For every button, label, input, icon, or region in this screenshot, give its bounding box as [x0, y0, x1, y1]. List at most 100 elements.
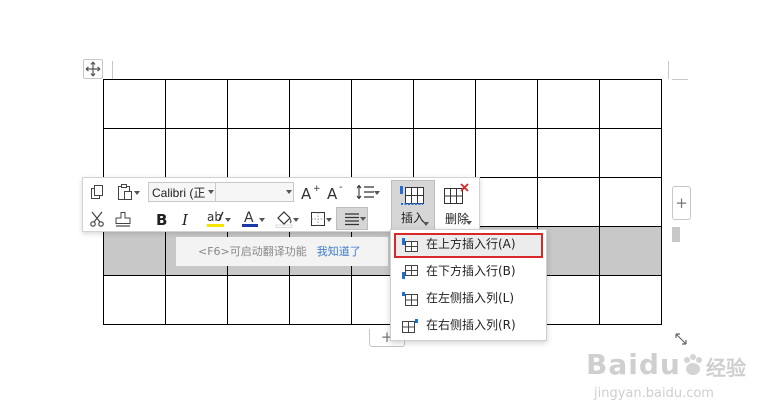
- insert-row-above-icon: [402, 238, 418, 252]
- table-cell[interactable]: [227, 128, 290, 178]
- table-cell[interactable]: [599, 177, 662, 227]
- table-cell[interactable]: [165, 275, 228, 325]
- chevron-down-icon: [423, 222, 429, 226]
- table-cell[interactable]: [537, 79, 600, 129]
- table-resize-handle[interactable]: [672, 330, 690, 348]
- add-column-button[interactable]: +: [672, 186, 691, 220]
- italic-icon: I: [181, 211, 189, 228]
- font-color-icon: A: [242, 210, 258, 227]
- page-corner-mark: [668, 61, 669, 79]
- watermark: Baidu 经验 jingyan.baidu.com: [586, 348, 746, 410]
- font-color-button[interactable]: A: [235, 208, 265, 230]
- menu-item-insert-column-left[interactable]: 在左侧插入列(L): [394, 287, 543, 312]
- delete-table-icon: [444, 183, 469, 204]
- highlight-button[interactable]: ab: [201, 208, 231, 230]
- insert-button[interactable]: 插入: [391, 180, 435, 230]
- grow-font-button[interactable]: A +: [300, 181, 320, 203]
- table-cell[interactable]: [103, 226, 166, 276]
- menu-item-insert-row-below[interactable]: 在下方插入行(B): [394, 260, 543, 285]
- format-painter-button[interactable]: [112, 208, 134, 230]
- table-cell[interactable]: [289, 275, 352, 325]
- table-cell[interactable]: [103, 275, 166, 325]
- table-cell[interactable]: [599, 226, 662, 276]
- table-cell[interactable]: [227, 79, 290, 129]
- line-spacing-icon: [356, 184, 374, 200]
- chevron-down-icon: [374, 191, 380, 195]
- highlight-icon: ab: [207, 210, 224, 227]
- align-button[interactable]: [336, 207, 368, 230]
- table-move-handle[interactable]: [83, 59, 103, 79]
- svg-text:+: +: [313, 184, 320, 194]
- bold-button[interactable]: B: [151, 208, 171, 230]
- delete-button[interactable]: 删除: [435, 180, 479, 230]
- chevron-down-icon: [208, 190, 214, 194]
- table-cell[interactable]: [413, 79, 476, 129]
- paw-logo-icon: [684, 354, 702, 375]
- chevron-down-icon: [286, 190, 292, 194]
- table-row: [103, 128, 662, 178]
- font-size-select[interactable]: [216, 182, 294, 202]
- font-name-select[interactable]: Calibri (正: [148, 182, 216, 202]
- table-row: [103, 275, 662, 325]
- italic-button[interactable]: I: [176, 208, 196, 230]
- line-spacing-button[interactable]: [351, 181, 381, 203]
- table-cell[interactable]: [103, 128, 166, 178]
- table-cell[interactable]: [227, 275, 290, 325]
- shrink-font-button[interactable]: A -: [326, 181, 346, 203]
- chevron-down-icon: [225, 218, 231, 222]
- table-cell[interactable]: [537, 128, 600, 178]
- insert-column-right-icon: [402, 319, 418, 333]
- plus-icon: +: [675, 194, 688, 212]
- table-cell[interactable]: [351, 128, 414, 178]
- menu-item-label: 在上方插入行(A): [426, 237, 516, 251]
- table-cell[interactable]: [413, 128, 476, 178]
- table-cell[interactable]: [289, 79, 352, 129]
- paste-button[interactable]: [111, 181, 140, 203]
- table-cell[interactable]: [599, 275, 662, 325]
- table-cell[interactable]: [599, 79, 662, 129]
- insert-menu: 在上方插入行(A) 在下方插入行(B) 在左侧插入列(L) 在右侧插入列(R): [390, 229, 547, 341]
- chevron-down-icon: [326, 218, 332, 222]
- dismiss-tip-link[interactable]: 我知道了: [317, 245, 361, 258]
- copy-button[interactable]: [87, 181, 107, 203]
- insert-table-icon: [400, 186, 424, 205]
- menu-item-insert-column-right[interactable]: 在右侧插入列(R): [394, 314, 543, 339]
- borders-button[interactable]: [303, 208, 333, 230]
- table-cell[interactable]: [165, 128, 228, 178]
- table-row: [103, 79, 662, 129]
- copy-icon: [91, 185, 103, 199]
- svg-text:A: A: [301, 185, 312, 201]
- cut-button[interactable]: [87, 208, 107, 230]
- table-cell[interactable]: [599, 128, 662, 178]
- chevron-down-icon: [360, 217, 366, 221]
- floating-toolbar: Calibri (正 A + A - B I ab A 插入 删除: [82, 177, 480, 232]
- menu-item-label: 在右侧插入列(R): [426, 318, 516, 332]
- cut-icon: [90, 211, 104, 227]
- table-cell[interactable]: [103, 79, 166, 129]
- table-cell[interactable]: [537, 177, 600, 227]
- shading-button[interactable]: [269, 208, 299, 230]
- watermark-brand: Baidu: [586, 348, 681, 381]
- table-cell[interactable]: [475, 128, 538, 178]
- menu-item-insert-row-above[interactable]: 在上方插入行(A): [394, 233, 543, 258]
- table-cell[interactable]: [475, 79, 538, 129]
- watermark-sub: 经验: [706, 356, 746, 380]
- svg-text:A: A: [244, 210, 254, 226]
- page-corner-mark: [112, 61, 113, 79]
- watermark-url: jingyan.baidu.com: [594, 386, 714, 401]
- chevron-down-icon: [466, 221, 472, 225]
- svg-text:A: A: [327, 185, 338, 201]
- grow-font-icon: A +: [301, 184, 320, 201]
- translate-tip-text: <F6>可启动翻译功能: [198, 245, 307, 258]
- delete-label: 删除: [444, 212, 469, 226]
- selection-overflow: [672, 227, 680, 242]
- insert-column-left-icon: [402, 292, 418, 306]
- table-cell[interactable]: [475, 177, 538, 227]
- bold-icon: B: [156, 211, 167, 228]
- format-painter-icon: [115, 212, 131, 227]
- table-cell[interactable]: [165, 79, 228, 129]
- page-corner-mark: [672, 79, 688, 80]
- table-cell[interactable]: [351, 79, 414, 129]
- table-cell[interactable]: [289, 128, 352, 178]
- paste-icon: [118, 184, 132, 200]
